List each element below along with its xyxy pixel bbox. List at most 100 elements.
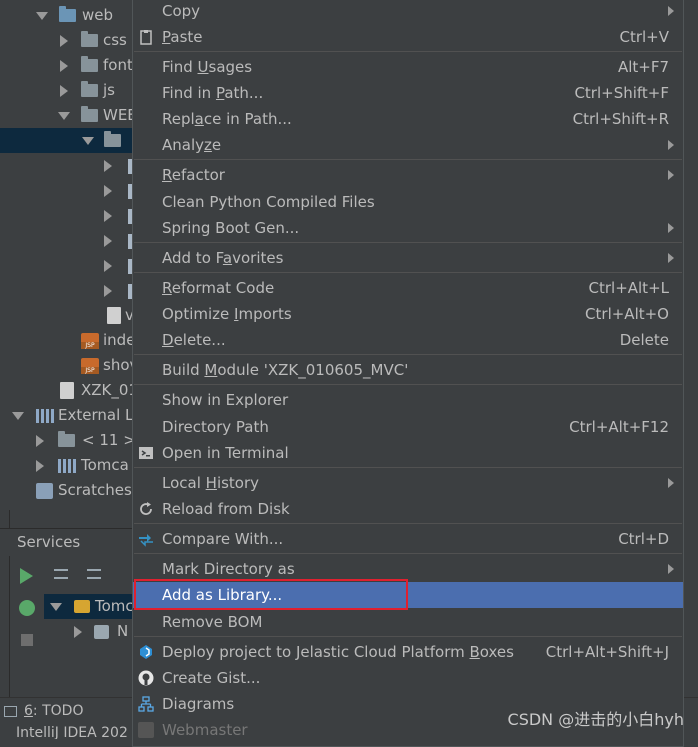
menu-item-find-in-path[interactable]: Find in Path... Ctrl+Shift+F: [133, 80, 683, 106]
menu-item-build-module[interactable]: Build Module 'XZK_010605_MVC': [133, 357, 683, 383]
menu-separator: [134, 553, 682, 554]
menu-item-deploy-jelastic[interactable]: Deploy project to Jelastic Cloud Platfor…: [133, 639, 683, 665]
services-header: Services: [0, 528, 140, 556]
tree-item[interactable]: [0, 153, 140, 178]
collapse-arrow-icon[interactable]: [74, 626, 82, 638]
collapse-all-icon[interactable]: [85, 564, 103, 584]
run-icon[interactable]: [20, 568, 33, 584]
menu-separator: [134, 354, 682, 355]
webmaster-icon: [138, 722, 154, 738]
tree-item-css[interactable]: css: [0, 28, 140, 53]
menu-item-replace-in-path[interactable]: Replace in Path... Ctrl+Shift+R: [133, 106, 683, 132]
menu-item-optimize-imports[interactable]: Optimize Imports Ctrl+Alt+O: [133, 301, 683, 327]
menu-item-add-to-favorites[interactable]: Add to Favorites: [133, 245, 683, 271]
menu-label: Reformat Code: [162, 279, 275, 297]
collapse-arrow-icon[interactable]: [36, 460, 44, 472]
watermark: CSDN @进击的小白hyh: [507, 710, 684, 729]
menu-label: Directory Path: [162, 418, 269, 436]
tree-item-external-libraries[interactable]: External Li: [0, 403, 140, 428]
menu-item-copy[interactable]: Copy: [133, 0, 683, 24]
expand-arrow-icon[interactable]: [58, 112, 70, 120]
tree-label: css: [103, 31, 127, 49]
tree-item-jdk[interactable]: < 11 >: [0, 428, 140, 453]
menu-item-directory-path[interactable]: Directory Path Ctrl+Alt+F12: [133, 414, 683, 440]
collapse-arrow-icon[interactable]: [104, 235, 112, 247]
menu-item-find-usages[interactable]: Find Usages Alt+F7: [133, 54, 683, 80]
menu-label: Copy: [162, 2, 201, 20]
menu-separator: [134, 242, 682, 243]
tree-item-web-inf[interactable]: WEB: [0, 103, 140, 128]
menu-item-create-gist[interactable]: Create Gist...: [133, 665, 683, 691]
stop-icon[interactable]: [21, 634, 33, 646]
tree-item-index-jsp[interactable]: inde: [0, 328, 140, 353]
tree-item[interactable]: [0, 253, 140, 278]
menu-item-paste[interactable]: Paste Ctrl+V: [133, 24, 683, 50]
todo-number: 6: [24, 703, 33, 719]
expand-arrow-icon[interactable]: [50, 603, 62, 611]
menu-item-local-history[interactable]: Local History: [133, 470, 683, 496]
services-title: Services: [17, 533, 81, 551]
submenu-arrow-icon: [668, 6, 674, 16]
menu-item-show-in-explorer[interactable]: Show in Explorer: [133, 387, 683, 413]
tree-item-iml-file[interactable]: XZK_01: [0, 378, 140, 403]
context-menu: Copy Paste Ctrl+V Find Usages Alt+F7 Fin…: [132, 0, 684, 747]
todo-tab[interactable]: 6: TODO: [24, 703, 83, 719]
tree-item-show-jsp[interactable]: shov: [0, 353, 140, 378]
tree-item[interactable]: [0, 228, 140, 253]
expand-all-icon[interactable]: [52, 564, 70, 584]
menu-item-refactor[interactable]: Refactor: [133, 162, 683, 188]
collapse-arrow-icon[interactable]: [36, 435, 44, 447]
services-item-n[interactable]: N: [44, 619, 140, 644]
menu-item-remove-bom[interactable]: Remove BOM: [133, 609, 683, 635]
collapse-arrow-icon[interactable]: [60, 60, 68, 72]
project-tree: web css font js WEB v JSP inde JSP shov …: [0, 0, 140, 520]
menu-item-spring-boot[interactable]: Spring Boot Gen...: [133, 215, 683, 241]
submenu-arrow-icon: [668, 223, 674, 233]
tree-item-selected-folder[interactable]: [0, 128, 140, 153]
tree-item[interactable]: [0, 278, 140, 303]
menu-item-open-in-terminal[interactable]: Open in Terminal: [133, 440, 683, 466]
menu-item-clean-python[interactable]: Clean Python Compiled Files: [133, 189, 683, 215]
tree-item[interactable]: [0, 203, 140, 228]
menu-label: Create Gist...: [162, 669, 261, 687]
jelastic-icon: [140, 645, 152, 659]
menu-item-reformat-code[interactable]: Reformat Code Ctrl+Alt+L: [133, 275, 683, 301]
services-item-tomcat[interactable]: Tomc: [44, 594, 140, 619]
collapse-arrow-icon[interactable]: [60, 85, 68, 97]
services-toolbar: [0, 556, 140, 646]
menu-item-compare-with[interactable]: Compare With... Ctrl+D: [133, 526, 683, 552]
tree-item-tomcat[interactable]: Tomca: [0, 453, 140, 478]
library-icon: [36, 409, 54, 423]
menu-item-delete[interactable]: Delete... Delete: [133, 327, 683, 353]
tree-item-js[interactable]: js: [0, 78, 140, 103]
menu-shortcut: Ctrl+V: [619, 28, 669, 46]
folder-icon: [104, 131, 121, 147]
menu-label: Open in Terminal: [162, 444, 289, 462]
tree-item[interactable]: [0, 178, 140, 203]
submenu-arrow-icon: [668, 564, 674, 574]
debug-icon[interactable]: [19, 600, 35, 616]
menu-label: Analyze: [162, 136, 222, 154]
expand-arrow-icon[interactable]: [36, 12, 48, 20]
collapse-arrow-icon[interactable]: [60, 35, 68, 47]
expand-arrow-icon[interactable]: [12, 412, 24, 420]
collapse-arrow-icon[interactable]: [104, 260, 112, 272]
expand-arrow-icon[interactable]: [82, 137, 94, 145]
menu-separator: [134, 523, 682, 524]
tomcat-icon: [74, 600, 90, 613]
collapse-arrow-icon[interactable]: [104, 285, 112, 297]
menu-shortcut: Ctrl+Shift+R: [572, 110, 669, 128]
collapse-arrow-icon[interactable]: [104, 210, 112, 222]
menu-item-reload-from-disk[interactable]: Reload from Disk: [133, 496, 683, 522]
tree-item-scratches[interactable]: Scratches: [0, 478, 140, 503]
collapse-arrow-icon[interactable]: [104, 160, 112, 172]
collapse-arrow-icon[interactable]: [104, 185, 112, 197]
tree-item-web[interactable]: web: [0, 3, 140, 28]
menu-item-analyze[interactable]: Analyze: [133, 132, 683, 158]
tree-label: < 11 >: [82, 431, 136, 449]
tree-item-font[interactable]: font: [0, 53, 140, 78]
menu-shortcut: Alt+F7: [617, 58, 669, 76]
menu-label: Replace in Path...: [162, 110, 292, 128]
tree-item-xml-file[interactable]: v: [0, 303, 140, 328]
menu-label: Remove BOM: [162, 613, 263, 631]
